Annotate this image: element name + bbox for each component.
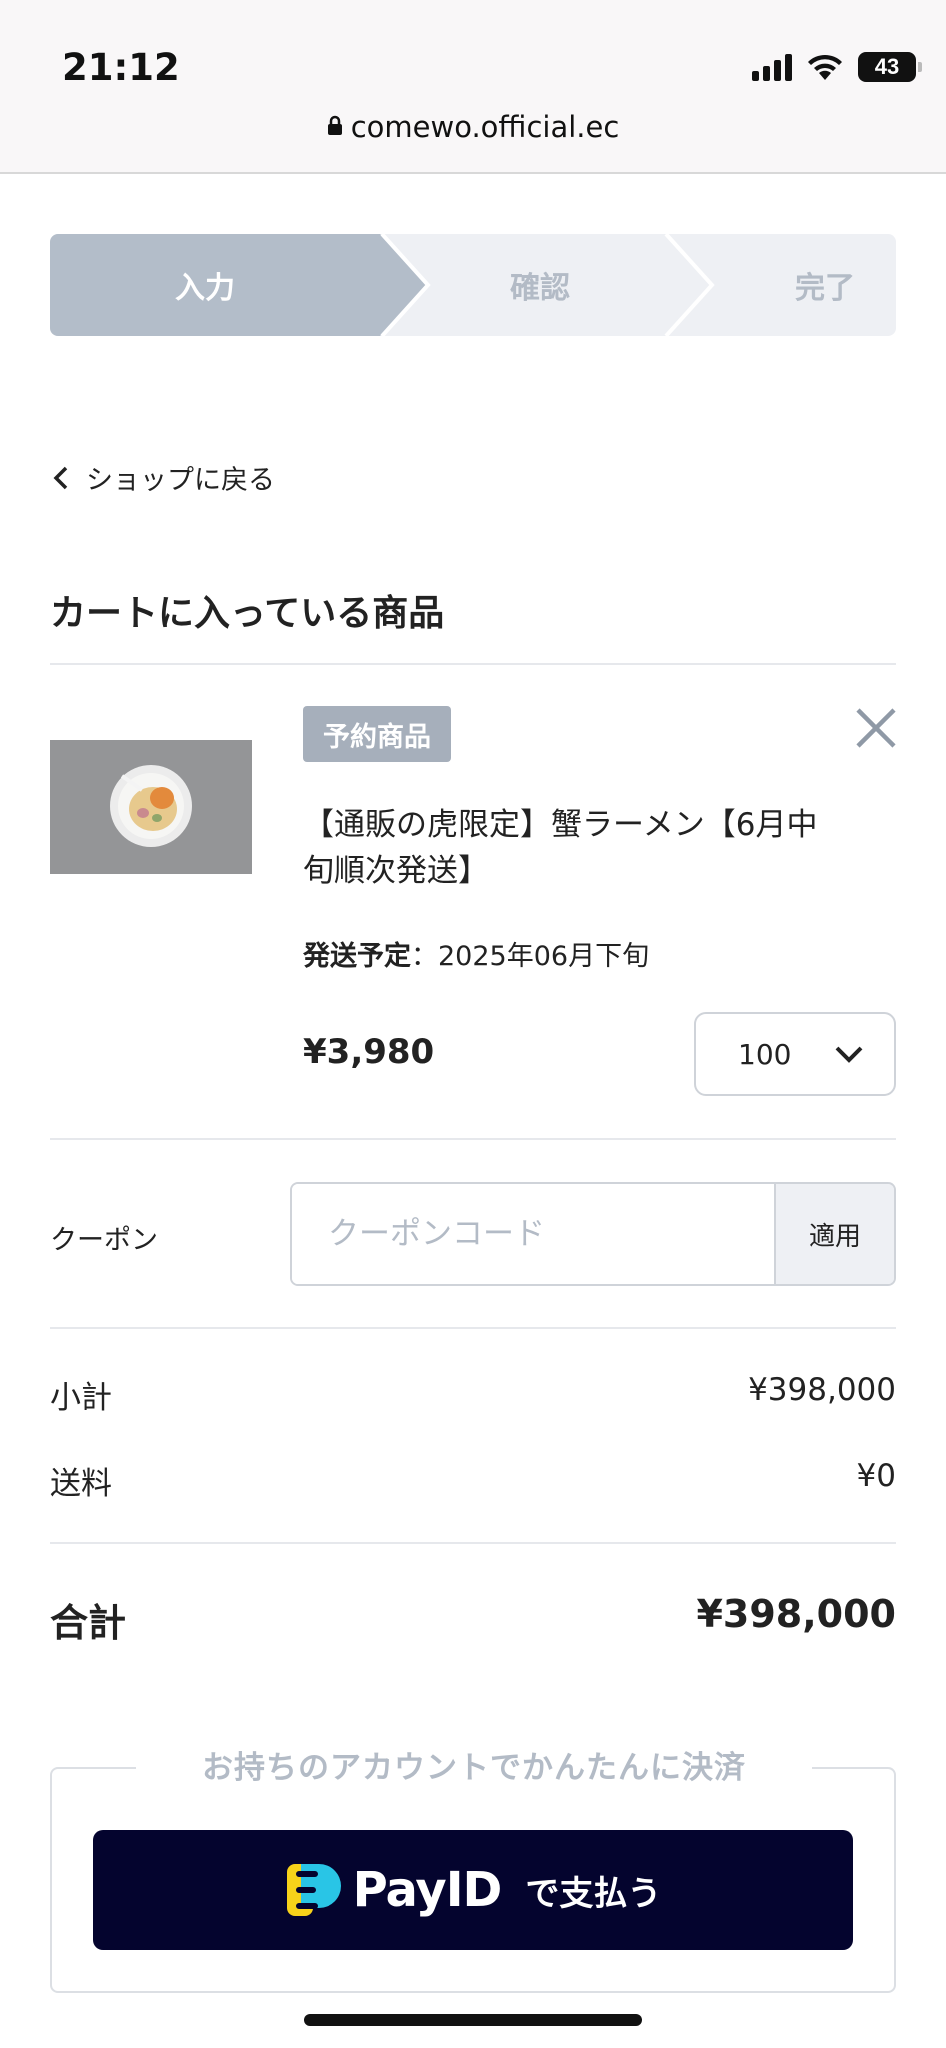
back-label: ショップに戻る: [86, 465, 275, 496]
step-confirm: 確認: [390, 234, 690, 336]
subtotal-row: 小計 ¥398,000: [50, 1372, 896, 1417]
subtotal-label: 小計: [50, 1380, 112, 1416]
status-time: 21:12: [62, 46, 180, 89]
total-label: 合計: [50, 1601, 127, 1645]
subtotal-value: ¥398,000: [748, 1372, 896, 1408]
product-image: [50, 740, 252, 874]
step-input: 入力: [50, 234, 380, 336]
payid-mark-icon: [286, 1864, 341, 1916]
quantity-value: 100: [738, 1037, 792, 1071]
pay-button-suffix: で支払う: [525, 1873, 662, 1914]
total-row: 合計 ¥398,000: [50, 1592, 896, 1647]
coupon-label: クーポン: [50, 1225, 158, 1256]
home-indicator: [304, 2014, 642, 2026]
divider: [50, 1138, 896, 1140]
total-value: ¥398,000: [696, 1592, 896, 1636]
status-icons: 43: [752, 50, 922, 84]
shipping-schedule-separator: ：: [411, 941, 438, 972]
shipping-fee-label: 送料: [50, 1466, 112, 1502]
shipping-fee-value: ¥0: [856, 1458, 896, 1494]
product-price: ¥3,980: [303, 1032, 435, 1072]
step-complete: 完了: [680, 234, 896, 336]
shipping-fee-row: 送料 ¥0: [50, 1458, 896, 1503]
cart-title: カートに入っている商品: [50, 593, 445, 634]
cellular-signal-icon: [752, 53, 792, 81]
step-complete-label: 完了: [795, 271, 855, 306]
chevron-down-icon: [835, 1046, 863, 1063]
payid-brand: PayID: [352, 1862, 503, 1918]
express-checkout-caption: お持ちのアカウントでかんたんに決済: [136, 1742, 812, 1787]
step-input-label: 入力: [175, 271, 235, 306]
remove-item-close-icon[interactable]: [852, 704, 900, 752]
payid-pay-button[interactable]: PayID で支払う: [93, 1830, 853, 1950]
shipping-schedule-label: 発送予定: [303, 941, 411, 972]
divider: [50, 1542, 896, 1544]
payid-logo: PayID: [285, 1860, 502, 1920]
product-name: 【通販の虎限定】蟹ラーメン【6月中旬順次発送】: [303, 807, 818, 889]
url-bar[interactable]: comewo.official.ec: [0, 110, 946, 144]
preorder-badge: 予約商品: [303, 706, 451, 762]
back-to-shop-link[interactable]: ショップに戻る: [52, 458, 275, 497]
url-text: comewo.official.ec: [350, 110, 620, 144]
coupon-form: 適用: [290, 1182, 896, 1286]
battery-level: 43: [874, 54, 900, 79]
shipping-schedule-value: 2025年06月下旬: [438, 941, 650, 972]
shipping-schedule: 発送予定：2025年06月下旬: [303, 934, 649, 973]
divider: [50, 1327, 896, 1329]
coupon-code-input[interactable]: [292, 1184, 774, 1284]
wifi-icon: [808, 54, 842, 80]
quantity-select[interactable]: 100: [694, 1012, 896, 1096]
chevron-left-icon: [53, 466, 68, 489]
lock-icon: [327, 115, 342, 135]
battery-icon: 43: [858, 52, 922, 82]
apply-coupon-button[interactable]: 適用: [774, 1184, 894, 1284]
checkout-stepper: 入力 確認 完了: [50, 234, 896, 336]
step-confirm-label: 確認: [510, 271, 570, 306]
browser-top-bar: 21:12 43 comewo.official.ec: [0, 0, 946, 174]
divider: [50, 663, 896, 665]
